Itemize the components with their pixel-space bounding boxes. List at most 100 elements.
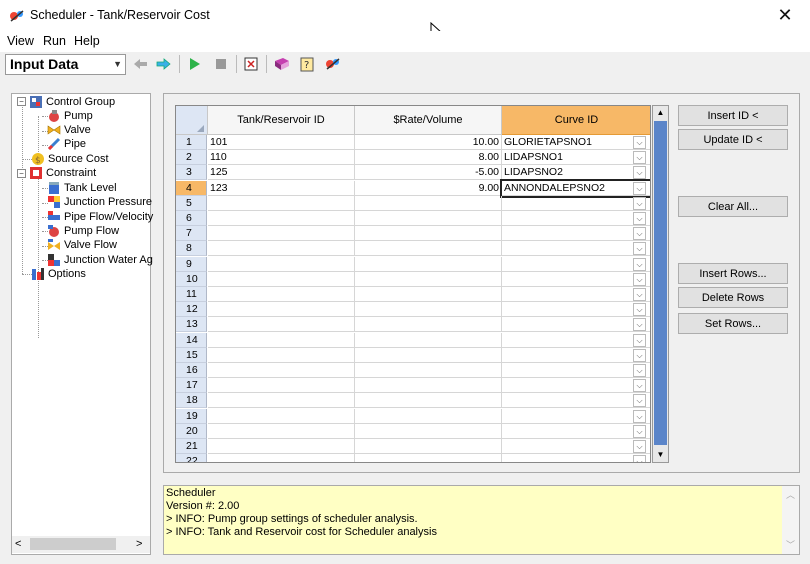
scroll-down-icon[interactable]: ﹀	[786, 538, 795, 551]
cell-tank-id[interactable]: 125	[208, 165, 355, 180]
stop-icon[interactable]	[211, 55, 231, 73]
cell-curve-id[interactable]	[502, 439, 650, 454]
tree-item-options[interactable]: Options	[31, 267, 86, 281]
cell-tank-id[interactable]	[208, 333, 355, 348]
row-number[interactable]: 21	[176, 439, 207, 454]
row-number[interactable]: 14	[176, 333, 207, 348]
cell-tank-id[interactable]	[208, 348, 355, 363]
tree-item-constraint[interactable]: Constraint	[29, 166, 96, 180]
row-number[interactable]: 12	[176, 302, 207, 317]
cell-tank-id[interactable]	[208, 272, 355, 287]
chevron-down-icon[interactable]: ⌵	[633, 364, 646, 377]
cell-curve-id[interactable]	[502, 211, 650, 226]
cell-curve-id[interactable]	[502, 317, 650, 332]
tree-item-control-group[interactable]: Control Group	[29, 95, 115, 109]
cell-curve-id[interactable]: GLORIETAPSNO1	[502, 135, 650, 150]
insert-rows-button[interactable]: Insert Rows...	[678, 263, 788, 284]
row-number[interactable]: 3	[176, 165, 207, 180]
chevron-down-icon[interactable]: ⌵	[633, 410, 646, 423]
chevron-down-icon[interactable]: ⌵	[633, 440, 646, 453]
row-number[interactable]: 5	[176, 196, 207, 211]
cell-rate[interactable]: 9.00	[355, 181, 502, 196]
cell-rate[interactable]	[355, 393, 502, 408]
tree-item-junction-water-age[interactable]: Junction Water Ag	[47, 253, 153, 267]
cell-rate[interactable]	[355, 378, 502, 393]
update-id-button[interactable]: Update ID <	[678, 129, 788, 150]
chevron-down-icon[interactable]: ⌵	[633, 455, 646, 462]
cell-tank-id[interactable]	[208, 439, 355, 454]
cell-rate[interactable]	[355, 348, 502, 363]
chevron-down-icon[interactable]: ⌵	[633, 227, 646, 240]
insert-id-button[interactable]: Insert ID <	[678, 105, 788, 126]
cell-tank-id[interactable]	[208, 302, 355, 317]
tree-item-source-cost[interactable]: $ Source Cost	[31, 152, 109, 166]
tree-item-pump[interactable]: Pump	[47, 109, 93, 123]
chevron-down-icon[interactable]: ⌵	[633, 197, 646, 210]
cell-curve-id[interactable]	[502, 393, 650, 408]
cell-tank-id[interactable]: 123	[208, 181, 355, 196]
cell-curve-id[interactable]	[502, 226, 650, 241]
close-button[interactable]: ✕	[760, 0, 810, 31]
cell-tank-id[interactable]	[208, 409, 355, 424]
cell-tank-id[interactable]	[208, 378, 355, 393]
cell-rate[interactable]	[355, 333, 502, 348]
back-arrow-icon[interactable]	[130, 55, 150, 73]
scroll-up-icon[interactable]: ▲	[653, 106, 668, 120]
grid-corner[interactable]	[176, 106, 208, 135]
cell-rate[interactable]	[355, 287, 502, 302]
row-number[interactable]: 2	[176, 150, 207, 165]
row-number[interactable]: 8	[176, 241, 207, 256]
chevron-down-icon[interactable]: ⌵	[633, 349, 646, 362]
tree-item-valve-flow[interactable]: Valve Flow	[47, 238, 117, 252]
column-header-rate[interactable]: $Rate/Volume	[355, 106, 502, 135]
cell-curve-id[interactable]	[502, 196, 650, 211]
book-icon[interactable]	[272, 55, 292, 73]
cell-curve-id[interactable]	[502, 363, 650, 378]
column-header-id[interactable]: Tank/Reservoir ID	[208, 106, 355, 135]
cell-tank-id[interactable]	[208, 363, 355, 378]
row-number[interactable]: 4	[176, 181, 207, 196]
delete-rows-button[interactable]: Delete Rows	[678, 287, 788, 308]
cell-tank-id[interactable]	[208, 211, 355, 226]
row-number[interactable]: 15	[176, 348, 207, 363]
scroll-thumb[interactable]	[30, 538, 116, 550]
log-scrollbar[interactable]: ︿ ﹀	[782, 486, 799, 554]
tree-item-pipe-flow-velocity[interactable]: Pipe Flow/Velocity	[47, 210, 153, 224]
chevron-down-icon[interactable]: ⌵	[633, 151, 646, 164]
chevron-down-icon[interactable]: ⌵	[633, 166, 646, 179]
cell-tank-id[interactable]	[208, 454, 355, 462]
menu-help[interactable]: Help	[74, 34, 100, 48]
cell-curve-id[interactable]	[502, 409, 650, 424]
cell-rate[interactable]: 8.00	[355, 150, 502, 165]
row-number[interactable]: 17	[176, 378, 207, 393]
cell-tank-id[interactable]	[208, 393, 355, 408]
chevron-down-icon[interactable]: ⌵	[633, 136, 646, 149]
menu-view[interactable]: View	[7, 34, 34, 48]
cell-tank-id[interactable]: 101	[208, 135, 355, 150]
row-number[interactable]: 22	[176, 454, 207, 462]
cell-curve-id[interactable]	[502, 424, 650, 439]
collapse-constraint[interactable]: −	[17, 169, 26, 178]
scroll-left-icon[interactable]: <	[15, 538, 21, 550]
cell-rate[interactable]	[355, 226, 502, 241]
cell-tank-id[interactable]: 110	[208, 150, 355, 165]
cell-curve-id[interactable]	[502, 454, 650, 462]
row-number[interactable]: 1	[176, 135, 207, 150]
chevron-down-icon[interactable]: ⌵	[633, 318, 646, 331]
cell-tank-id[interactable]	[208, 241, 355, 256]
cell-rate[interactable]	[355, 272, 502, 287]
cell-tank-id[interactable]	[208, 287, 355, 302]
help-icon[interactable]: ?	[297, 55, 317, 73]
cell-curve-id[interactable]	[502, 333, 650, 348]
row-number[interactable]: 18	[176, 393, 207, 408]
cell-rate[interactable]	[355, 363, 502, 378]
row-number[interactable]: 9	[176, 257, 207, 272]
cell-rate[interactable]	[355, 241, 502, 256]
cell-tank-id[interactable]	[208, 424, 355, 439]
chevron-down-icon[interactable]: ⌵	[633, 212, 646, 225]
cell-tank-id[interactable]	[208, 196, 355, 211]
cell-rate[interactable]	[355, 211, 502, 226]
cell-rate[interactable]	[355, 454, 502, 462]
cell-tank-id[interactable]	[208, 226, 355, 241]
row-number[interactable]: 7	[176, 226, 207, 241]
